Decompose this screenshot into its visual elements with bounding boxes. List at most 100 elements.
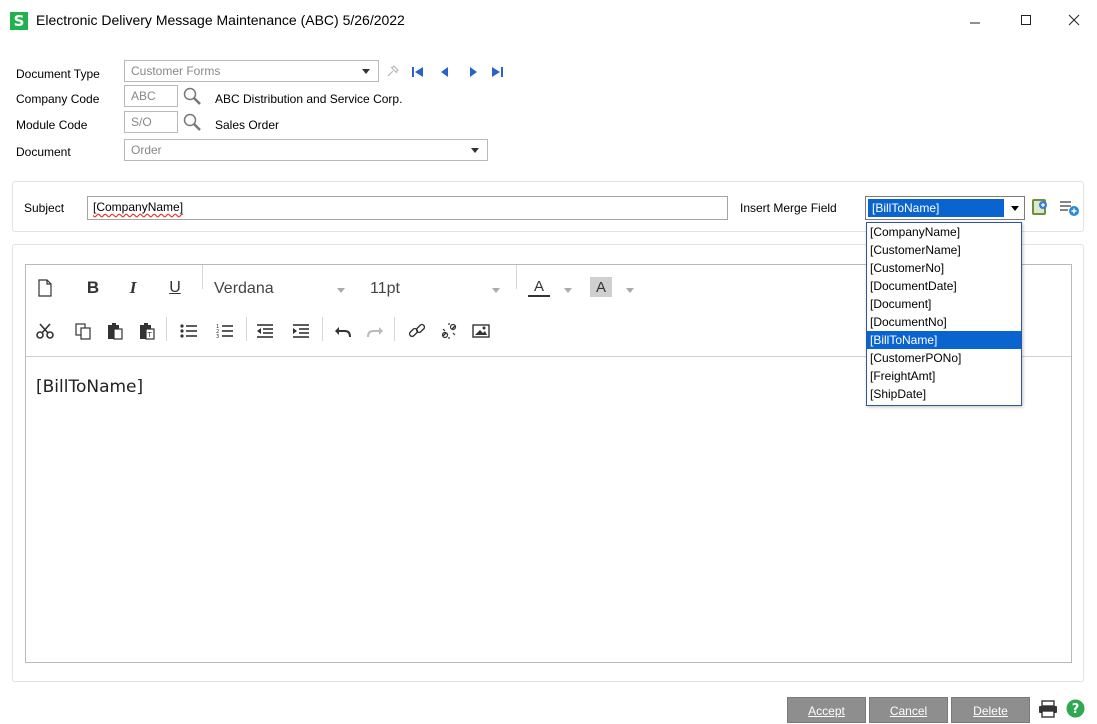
- company-code-label: Company Code: [16, 92, 100, 106]
- minimize-button[interactable]: [952, 4, 998, 36]
- merge-field-option[interactable]: [CompanyName]: [867, 223, 1021, 241]
- chevron-down-icon: [564, 288, 572, 293]
- merge-field-option[interactable]: [DocumentDate]: [867, 277, 1021, 295]
- toolbar-separator: [166, 317, 167, 341]
- outdent-icon: [257, 324, 273, 338]
- document-type-value: Customer Forms: [131, 64, 221, 78]
- merge-field-option[interactable]: [FreightAmt]: [867, 367, 1021, 385]
- merge-field-option[interactable]: [Document]: [867, 295, 1021, 313]
- insert-link-button[interactable]: [406, 320, 428, 342]
- italic-button[interactable]: I: [122, 277, 144, 299]
- document-label: Document: [16, 145, 71, 159]
- font-color-button[interactable]: A: [528, 277, 550, 297]
- indent-icon: [293, 324, 309, 338]
- insert-merge-field-label: Insert Merge Field: [740, 201, 837, 215]
- close-button[interactable]: [1051, 4, 1097, 36]
- merge-field-option[interactable]: [CustomerPONo]: [867, 349, 1021, 367]
- redo-button[interactable]: [364, 320, 386, 342]
- minimize-icon: [970, 22, 980, 24]
- bullet-list-button[interactable]: [178, 320, 200, 342]
- scissors-icon: [36, 323, 54, 339]
- highlight-color-button[interactable]: A: [590, 277, 612, 297]
- new-document-button[interactable]: [34, 277, 56, 299]
- undo-icon: [335, 327, 351, 338]
- paste-button[interactable]: [104, 320, 126, 342]
- module-code-input[interactable]: S/O: [124, 111, 178, 133]
- help-icon[interactable]: ?: [1066, 699, 1085, 718]
- document-value: Order: [131, 143, 162, 157]
- numbered-list-button[interactable]: 123: [214, 320, 236, 342]
- bold-button[interactable]: B: [82, 277, 104, 299]
- font-size-select[interactable]: 11pt: [370, 280, 400, 298]
- module-description: Sales Order: [215, 118, 280, 132]
- chevron-down-icon: [1011, 206, 1019, 211]
- accept-label: Accept: [808, 704, 845, 718]
- editor-content[interactable]: [BillToName]: [36, 377, 143, 397]
- chevron-down-icon: [626, 288, 634, 293]
- remove-link-button[interactable]: [438, 320, 460, 342]
- chevron-down-icon: [337, 288, 345, 293]
- copy-button[interactable]: [72, 320, 94, 342]
- merge-field-option[interactable]: [CustomerNo]: [867, 259, 1021, 277]
- paste-text-icon: T: [140, 323, 155, 340]
- merge-field-selected: [BillToName]: [868, 199, 1004, 217]
- maximize-icon: [1021, 14, 1031, 25]
- document-select[interactable]: Order: [124, 139, 488, 161]
- merge-field-option[interactable]: [CustomerName]: [867, 241, 1021, 259]
- pin-icon[interactable]: [385, 63, 401, 79]
- unlink-icon: [441, 323, 457, 339]
- magnifier-icon[interactable]: [182, 86, 202, 106]
- title-bar: S Electronic Delivery Message Maintenanc…: [0, 0, 1097, 40]
- subject-input[interactable]: [CompanyName]: [87, 196, 728, 220]
- next-record-icon[interactable]: [466, 65, 480, 79]
- delete-label: Delete: [973, 704, 1008, 718]
- window-title: Electronic Delivery Message Maintenance …: [36, 12, 405, 28]
- svg-text:T: T: [147, 331, 153, 339]
- paste-icon: [108, 323, 123, 340]
- toolbar-separator: [246, 317, 247, 341]
- maximize-button[interactable]: [1003, 4, 1049, 36]
- last-record-icon[interactable]: [490, 65, 504, 79]
- merge-field-option[interactable]: [BillToName]: [867, 331, 1021, 349]
- toolbar-separator: [394, 317, 395, 341]
- first-record-icon[interactable]: [411, 65, 425, 79]
- delete-button[interactable]: Delete: [951, 697, 1030, 723]
- accept-button[interactable]: Accept: [787, 697, 866, 723]
- document-type-label: Document Type: [16, 67, 100, 81]
- add-list-icon[interactable]: [1059, 198, 1081, 218]
- subject-label: Subject: [24, 201, 65, 215]
- paste-text-button[interactable]: T: [136, 320, 158, 342]
- previous-record-icon[interactable]: [438, 65, 452, 79]
- toolbar-separator: [202, 265, 203, 289]
- new-document-icon: [38, 279, 52, 297]
- font-family-select[interactable]: Verdana: [214, 280, 274, 298]
- company-code-input[interactable]: ABC: [124, 85, 178, 107]
- svg-text:?: ?: [1072, 702, 1080, 717]
- copy-icon: [75, 323, 91, 340]
- cancel-label: Cancel: [889, 704, 928, 718]
- toolbar-separator: [516, 265, 517, 289]
- insert-field-icon[interactable]: [1029, 196, 1051, 218]
- module-code-label: Module Code: [16, 118, 88, 132]
- outdent-button[interactable]: [254, 320, 276, 342]
- insert-image-button[interactable]: [470, 320, 492, 342]
- cancel-button[interactable]: Cancel: [869, 697, 948, 723]
- merge-field-option[interactable]: [DocumentNo]: [867, 313, 1021, 331]
- chevron-down-icon: [471, 148, 479, 153]
- merge-field-select[interactable]: [BillToName]: [865, 196, 1025, 220]
- indent-button[interactable]: [290, 320, 312, 342]
- chevron-down-icon: [492, 288, 500, 293]
- merge-field-option[interactable]: [ShipDate]: [867, 385, 1021, 403]
- merge-field-list[interactable]: [CompanyName] [CustomerName] [CustomerNo][…: [866, 222, 1022, 406]
- magnifier-icon[interactable]: [182, 112, 202, 132]
- document-type-select[interactable]: Customer Forms: [124, 60, 379, 82]
- printer-icon[interactable]: [1038, 700, 1058, 718]
- company-description: ABC Distribution and Service Corp.: [215, 92, 403, 106]
- chevron-down-icon: [362, 69, 370, 74]
- bullet-list-icon: [180, 324, 197, 338]
- underline-button[interactable]: U: [164, 277, 186, 299]
- svg-text:3: 3: [216, 334, 219, 339]
- cut-button[interactable]: [34, 320, 56, 342]
- redo-icon: [367, 327, 383, 338]
- undo-button[interactable]: [332, 320, 354, 342]
